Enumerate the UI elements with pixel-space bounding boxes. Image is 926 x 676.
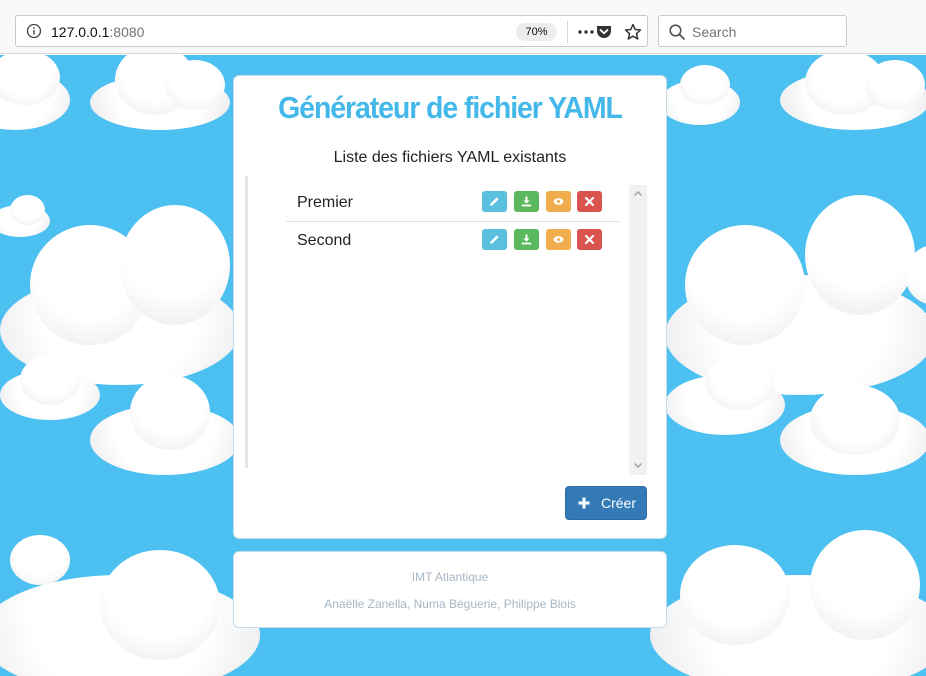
download-icon [521, 196, 532, 207]
url-port: :8080 [109, 24, 145, 40]
footer-authors: Anaëlle Zanella, Numa Béguerie, Philippe… [324, 597, 576, 611]
edit-button[interactable] [482, 191, 507, 212]
url-text[interactable]: 127.0.0.1:8080 [51, 24, 144, 40]
url-host: 127.0.0.1 [51, 24, 110, 40]
create-button-label: Créer [601, 495, 637, 511]
plus-icon [578, 497, 590, 509]
download-button[interactable] [514, 191, 539, 212]
address-bar[interactable]: 127.0.0.1:8080 70% [15, 15, 648, 47]
file-name: Second [297, 232, 352, 249]
download-button[interactable] [514, 229, 539, 250]
chevron-up-icon[interactable] [633, 189, 643, 199]
yaml-generator-card: Générateur de fichier YAML Liste des fic… [233, 75, 667, 539]
footer: IMT Atlantique Anaëlle Zanella, Numa Bég… [233, 551, 667, 628]
create-button[interactable]: Créer [565, 486, 647, 520]
list-item: Second [286, 222, 620, 260]
list-item: Premier [286, 184, 620, 222]
list-scrollbar[interactable] [629, 185, 647, 475]
view-icon [553, 236, 564, 243]
url-separator [567, 21, 568, 43]
search-placeholder: Search [692, 24, 737, 40]
zoom-level-badge[interactable]: 70% [516, 23, 557, 41]
chevron-down-icon[interactable] [633, 460, 643, 470]
browser-toolbar: 127.0.0.1:8080 70% Search [0, 0, 926, 54]
search-icon [669, 24, 685, 40]
view-icon [553, 198, 564, 205]
edit-icon [490, 235, 499, 244]
info-icon[interactable] [26, 23, 42, 39]
delete-button[interactable] [577, 229, 602, 250]
list-heading: Liste des fichiers YAML existants [333, 149, 567, 166]
bookmark-star-icon[interactable] [624, 23, 642, 41]
page-title: Générateur de fichier YAML [278, 90, 623, 125]
more-icon[interactable] [577, 23, 595, 41]
file-name: Premier [297, 194, 354, 211]
pocket-icon[interactable] [595, 23, 613, 41]
delete-icon [584, 196, 595, 207]
edit-icon [490, 197, 499, 206]
view-button[interactable] [546, 229, 571, 250]
delete-button[interactable] [577, 191, 602, 212]
footer-institution: IMT Atlantique [411, 570, 489, 584]
delete-icon [584, 234, 595, 245]
search-input[interactable]: Search [658, 15, 847, 47]
view-button[interactable] [546, 191, 571, 212]
edit-button[interactable] [482, 229, 507, 250]
file-list: Premier Second [245, 176, 649, 468]
download-icon [521, 234, 532, 245]
